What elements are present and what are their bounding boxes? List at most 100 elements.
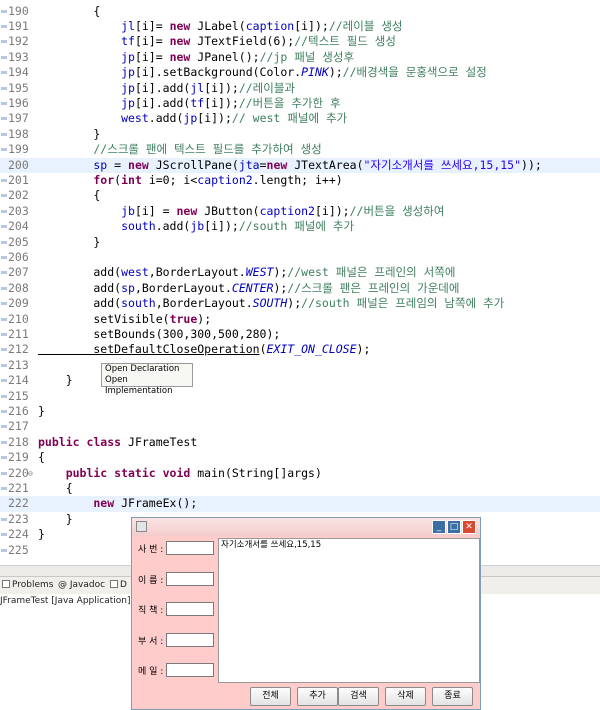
- code-line[interactable]: 207 add(west,BorderLayout.WEST);//west 패…: [0, 265, 600, 280]
- add-button[interactable]: 추가: [297, 687, 338, 706]
- code-line[interactable]: 202 {: [0, 188, 600, 203]
- code-token: jl: [38, 18, 135, 33]
- code-line[interactable]: 201 for(int i=0; i<caption2.length; i++): [0, 173, 600, 188]
- code-text: jp[i].add(jl[i]);//레이블과: [38, 81, 295, 96]
- position-input[interactable]: [166, 602, 214, 616]
- code-text: {: [38, 450, 45, 465]
- code-line[interactable]: 205 }: [0, 235, 600, 250]
- code-line[interactable]: 203 jb[i] = new JButton(caption2[i]);//버…: [0, 204, 600, 219]
- close-button[interactable]: ✕: [462, 520, 476, 534]
- code-token: //south 패널에 추가: [238, 219, 355, 234]
- code-token: {: [38, 480, 73, 495]
- code-token: WEST: [245, 265, 274, 280]
- code-line[interactable]: 222 new JFrameEx();: [0, 496, 600, 512]
- fold-toggle-icon[interactable]: ⊖: [28, 466, 33, 481]
- line-number: 195: [8, 80, 29, 95]
- code-text: jl[i]= new JLabel(caption[i]);//레이블 생성: [38, 18, 402, 34]
- code-text: }: [38, 527, 45, 542]
- tab-javadoc[interactable]: @ Javadoc: [58, 577, 105, 594]
- tab-declaration[interactable]: D: [110, 577, 127, 594]
- code-line[interactable]: 221 {: [0, 481, 600, 496]
- code-token: jp: [38, 49, 135, 64]
- code-line[interactable]: 195 jp[i].add(jl[i]);//레이블과: [0, 81, 600, 96]
- maximize-button[interactable]: □: [447, 520, 461, 534]
- code-line[interactable]: 198 }: [0, 127, 600, 142]
- code-line[interactable]: 210 setVisible(true);: [0, 312, 600, 327]
- intro-textarea[interactable]: 자기소개서를 쓰세요,15,15: [218, 538, 480, 683]
- code-line[interactable]: 214 }: [0, 373, 600, 388]
- code-token: [i]);: [314, 203, 350, 218]
- code-token: jb: [38, 203, 135, 218]
- code-line[interactable]: 217: [0, 419, 600, 434]
- code-line[interactable]: 219 {: [0, 450, 600, 465]
- code-token: jp: [38, 65, 135, 80]
- jframe-window[interactable]: _ □ ✕ 사 번 : 이 름 : 직 책 : 부 서 : 메 일 : 자기소개…: [131, 517, 481, 710]
- line-number: 209: [8, 296, 29, 311]
- open-declaration-item[interactable]: Open Declaration: [105, 364, 192, 375]
- code-text: setVisible(true);: [38, 312, 211, 327]
- code-line[interactable]: 200 sp = new JScrollPane(jta=new JTextAr…: [0, 157, 600, 173]
- line-number: 208: [8, 280, 29, 295]
- line-number: 204: [8, 219, 29, 234]
- code-line[interactable]: 199 //스크롤 팬에 텍스트 필드를 추가하여 생성: [0, 142, 600, 157]
- code-text: jp[i].add(tf[i]);//버튼을 추가한 후: [38, 96, 341, 111]
- code-line[interactable]: 211 setBounds(300,300,500,280);: [0, 327, 600, 342]
- code-editor[interactable]: 190 {191 jl[i]= new JLabel(caption[i]);/…: [0, 0, 600, 565]
- show-all-button[interactable]: 전체: [250, 687, 291, 706]
- line-number: 194: [8, 65, 29, 80]
- code-token: jp: [183, 111, 198, 126]
- code-token: // west 패널에 추가: [231, 111, 348, 126]
- exit-button[interactable]: 종료: [432, 687, 473, 706]
- window-titlebar[interactable]: _ □ ✕: [132, 518, 480, 536]
- department-input[interactable]: [166, 633, 214, 647]
- code-token: CENTER: [231, 280, 274, 295]
- code-line[interactable]: 197 west.add(jp[i]);// west 패널에 추가: [0, 111, 600, 126]
- minimize-button[interactable]: _: [432, 520, 446, 534]
- employee-id-input[interactable]: [166, 541, 214, 555]
- delete-button[interactable]: 삭제: [385, 687, 426, 706]
- code-token: [i].add(: [134, 95, 191, 110]
- code-token: add(: [38, 265, 122, 280]
- email-input[interactable]: [166, 663, 214, 677]
- code-token: {: [38, 450, 45, 465]
- code-token: caption2: [197, 172, 253, 187]
- code-line[interactable]: 212 setDefaultCloseOperation(EXIT_ON_CLO…: [0, 342, 600, 357]
- code-line[interactable]: 216}: [0, 404, 600, 419]
- open-implementation-item[interactable]: Open Implementation: [105, 375, 192, 397]
- code-token: JTextArea(: [287, 157, 364, 172]
- code-token: }: [38, 403, 45, 418]
- hover-popup[interactable]: Open Declaration Open Implementation: [101, 363, 193, 396]
- code-line[interactable]: 204 south.add(jb[i]);//south 패널에 추가: [0, 219, 600, 234]
- code-token: //배경색을 문홍색으로 설정: [342, 65, 487, 80]
- line-number: 202: [8, 188, 29, 203]
- code-text: {: [38, 4, 100, 19]
- code-text: public class JFrameTest: [38, 435, 197, 450]
- code-line[interactable]: 213: [0, 358, 600, 373]
- problems-icon: [2, 580, 10, 588]
- code-line[interactable]: 218 public class JFrameTest: [0, 435, 600, 450]
- name-input[interactable]: [166, 572, 214, 586]
- code-line[interactable]: 192 tf[i]= new JTextField(6);//텍스트 필드 생성: [0, 34, 600, 49]
- code-line[interactable]: 194 jp[i].setBackground(Color.PINK);//배경…: [0, 65, 600, 80]
- code-line[interactable]: 191 jl[i]= new JLabel(caption[i]);//레이블 …: [0, 19, 600, 34]
- field-label-id: 사 번 :: [138, 545, 164, 555]
- code-token: public static void: [38, 465, 191, 480]
- code-line[interactable]: 220 ⊖ public static void main(String[]arg…: [0, 466, 600, 481]
- search-button[interactable]: 검색: [338, 687, 379, 706]
- code-token: new: [38, 496, 115, 511]
- code-line[interactable]: 190 {: [0, 4, 600, 19]
- code-token: "자기소개서를 쓰세요,15,15": [363, 157, 522, 172]
- code-token: [i]);: [197, 111, 232, 126]
- code-token: //버튼을 추가한 후: [238, 95, 341, 110]
- code-token: }: [38, 126, 101, 141]
- code-line[interactable]: 208 add(sp,BorderLayout.CENTER);//스크롤 팬은…: [0, 281, 600, 296]
- code-line[interactable]: 196 jp[i].add(tf[i]);//버튼을 추가한 후: [0, 96, 600, 111]
- code-line[interactable]: 206: [0, 250, 600, 265]
- code-line[interactable]: 193 jp[i]= new JPanel();//jp 패널 생성후: [0, 50, 600, 65]
- code-token: setBounds(300,300,500,280);: [38, 326, 281, 341]
- code-line[interactable]: 215: [0, 389, 600, 404]
- line-number: 201: [8, 172, 29, 187]
- code-text: jb[i] = new JButton(caption2[i]);//버튼을 생…: [38, 204, 444, 219]
- code-line[interactable]: 209 add(south,BorderLayout.SOUTH);//sout…: [0, 296, 600, 311]
- tab-problems[interactable]: Problems: [2, 577, 53, 594]
